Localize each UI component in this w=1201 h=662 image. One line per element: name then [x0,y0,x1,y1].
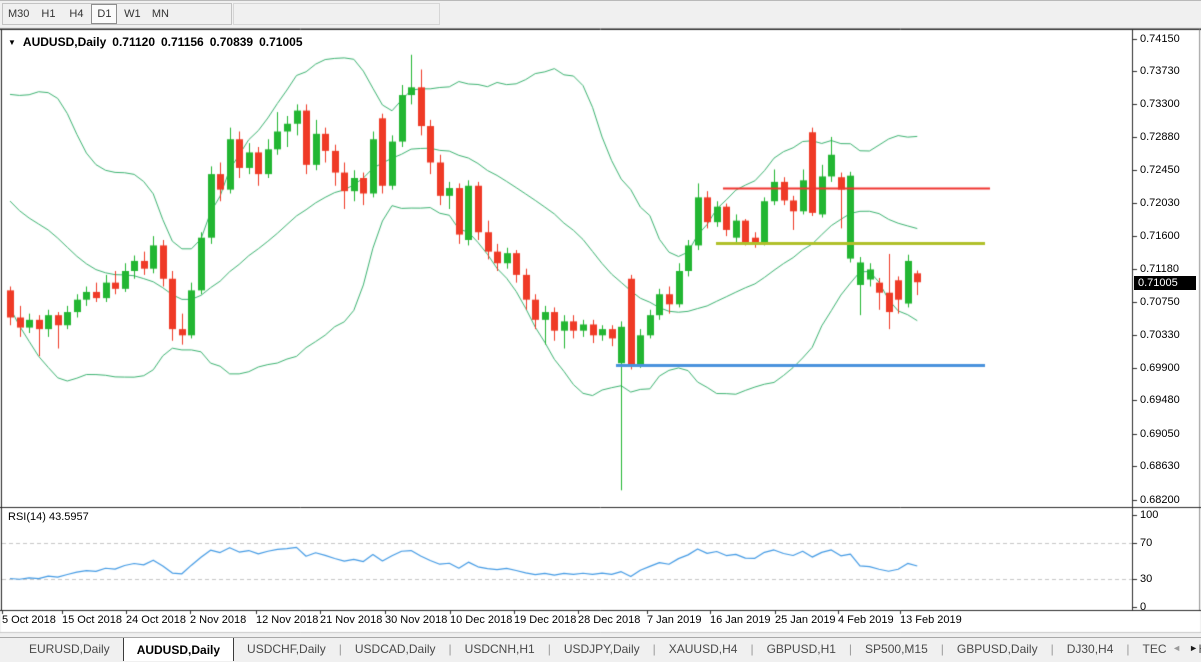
date-axis-label: 5 Oct 2018 [2,614,56,627]
chart-tab-bar: EURUSD,DailyAUDUSD,DailyUSDCHF,Daily|USD… [0,637,1201,661]
chart-tab-gbpusd-daily[interactable]: GBPUSD,Daily [944,638,1051,661]
date-axis-label: 24 Oct 2018 [126,614,186,627]
date-axis-label: 7 Jan 2019 [647,614,701,627]
chart-tab-gbpusd-h1[interactable]: GBPUSD,H1 [754,638,849,661]
symbol-dropdown-icon[interactable]: ▼ [8,38,16,47]
timeframe-button-h1[interactable]: H1 [35,4,61,24]
date-axis-label: 4 Feb 2019 [838,614,894,627]
tabs-scroll-left-icon[interactable]: ◄ [1172,641,1181,655]
date-axis-label: 10 Dec 2018 [450,614,512,627]
price-axis-label: 0.73730 [1140,65,1180,78]
price-chart-canvas[interactable] [0,0,1201,662]
rsi-scale-label: 30 [1140,573,1152,586]
date-axis-label: 13 Feb 2019 [900,614,962,627]
price-axis-label: 0.74150 [1140,33,1180,46]
tab-scroll-controls: ◄ ► [1166,641,1198,655]
date-axis-label: 21 Nov 2018 [320,614,382,627]
timeframe-toolbar: M30H1H4D1W1MN [0,0,1201,27]
rsi-scale-label: 70 [1140,537,1152,550]
chart-tab-audusd-daily[interactable]: AUDUSD,Daily [123,637,234,661]
chart-title: ▼ AUDUSD,Daily 0.71120 0.71156 0.70839 0.7100… [8,35,303,49]
chart-tab-usdcnh-h1[interactable]: USDCNH,H1 [452,638,548,661]
chart-symbol-label: AUDUSD,Daily [23,35,106,49]
chart-tab-usdchf-daily[interactable]: USDCHF,Daily [234,638,339,661]
chart-tab-usdjpy-daily[interactable]: USDJPY,Daily [551,638,653,661]
tabs-scroll-right-icon[interactable]: ► [1189,641,1198,655]
ohlc-open: 0.71120 [112,35,155,49]
current-price-badge: 0.71005 [1134,276,1196,290]
price-axis-label: 0.69480 [1140,394,1180,407]
timeframe-button-h4[interactable]: H4 [63,4,89,24]
toolbar-panel [233,3,440,25]
timeframe-button-d1[interactable]: D1 [91,4,117,24]
price-axis-label: 0.70330 [1140,329,1180,342]
price-axis-label: 0.69900 [1140,362,1180,375]
chart-tab-sp500-m15[interactable]: SP500,M15 [852,638,941,661]
ohlc-high: 0.71156 [161,35,204,49]
timeframe-button-group: M30H1H4D1W1MN [2,3,232,25]
chart-tab-usdcad-daily[interactable]: USDCAD,Daily [342,638,449,661]
price-axis-label: 0.68630 [1140,460,1180,473]
date-axis-label: 30 Nov 2018 [385,614,447,627]
price-axis-label: 0.72450 [1140,164,1180,177]
rsi-scale-label: 0 [1140,601,1146,614]
rsi-indicator-label: RSI(14) 43.5957 [8,511,89,523]
chart-tab-eurusd-daily[interactable]: EURUSD,Daily [16,638,123,661]
timeframe-button-w1[interactable]: W1 [119,4,145,24]
chart-tab-dj30-h4[interactable]: DJ30,H4 [1054,638,1127,661]
chart-tab-xauusd-h4[interactable]: XAUUSD,H4 [656,638,751,661]
timeframe-button-m30[interactable]: M30 [4,4,33,24]
price-axis-label: 0.73300 [1140,98,1180,111]
price-axis-label: 0.68200 [1140,494,1180,507]
date-axis-label: 19 Dec 2018 [514,614,576,627]
date-axis-label: 28 Dec 2018 [578,614,640,627]
rsi-scale-label: 100 [1140,509,1158,522]
date-axis-label: 15 Oct 2018 [62,614,122,627]
ohlc-low: 0.70839 [210,35,253,49]
date-axis-label: 12 Nov 2018 [256,614,318,627]
price-axis-label: 0.72030 [1140,197,1180,210]
ohlc-close: 0.71005 [259,35,302,49]
price-axis-label: 0.71180 [1140,263,1179,276]
date-axis-label: 2 Nov 2018 [190,614,246,627]
price-axis-label: 0.69050 [1140,428,1180,441]
timeframe-button-mn[interactable]: MN [147,4,173,24]
price-axis-label: 0.72880 [1140,131,1180,144]
date-axis-label: 16 Jan 2019 [710,614,771,627]
price-axis-label: 0.70750 [1140,296,1180,309]
price-axis-label: 0.71600 [1140,230,1180,243]
date-axis-label: 25 Jan 2019 [775,614,836,627]
